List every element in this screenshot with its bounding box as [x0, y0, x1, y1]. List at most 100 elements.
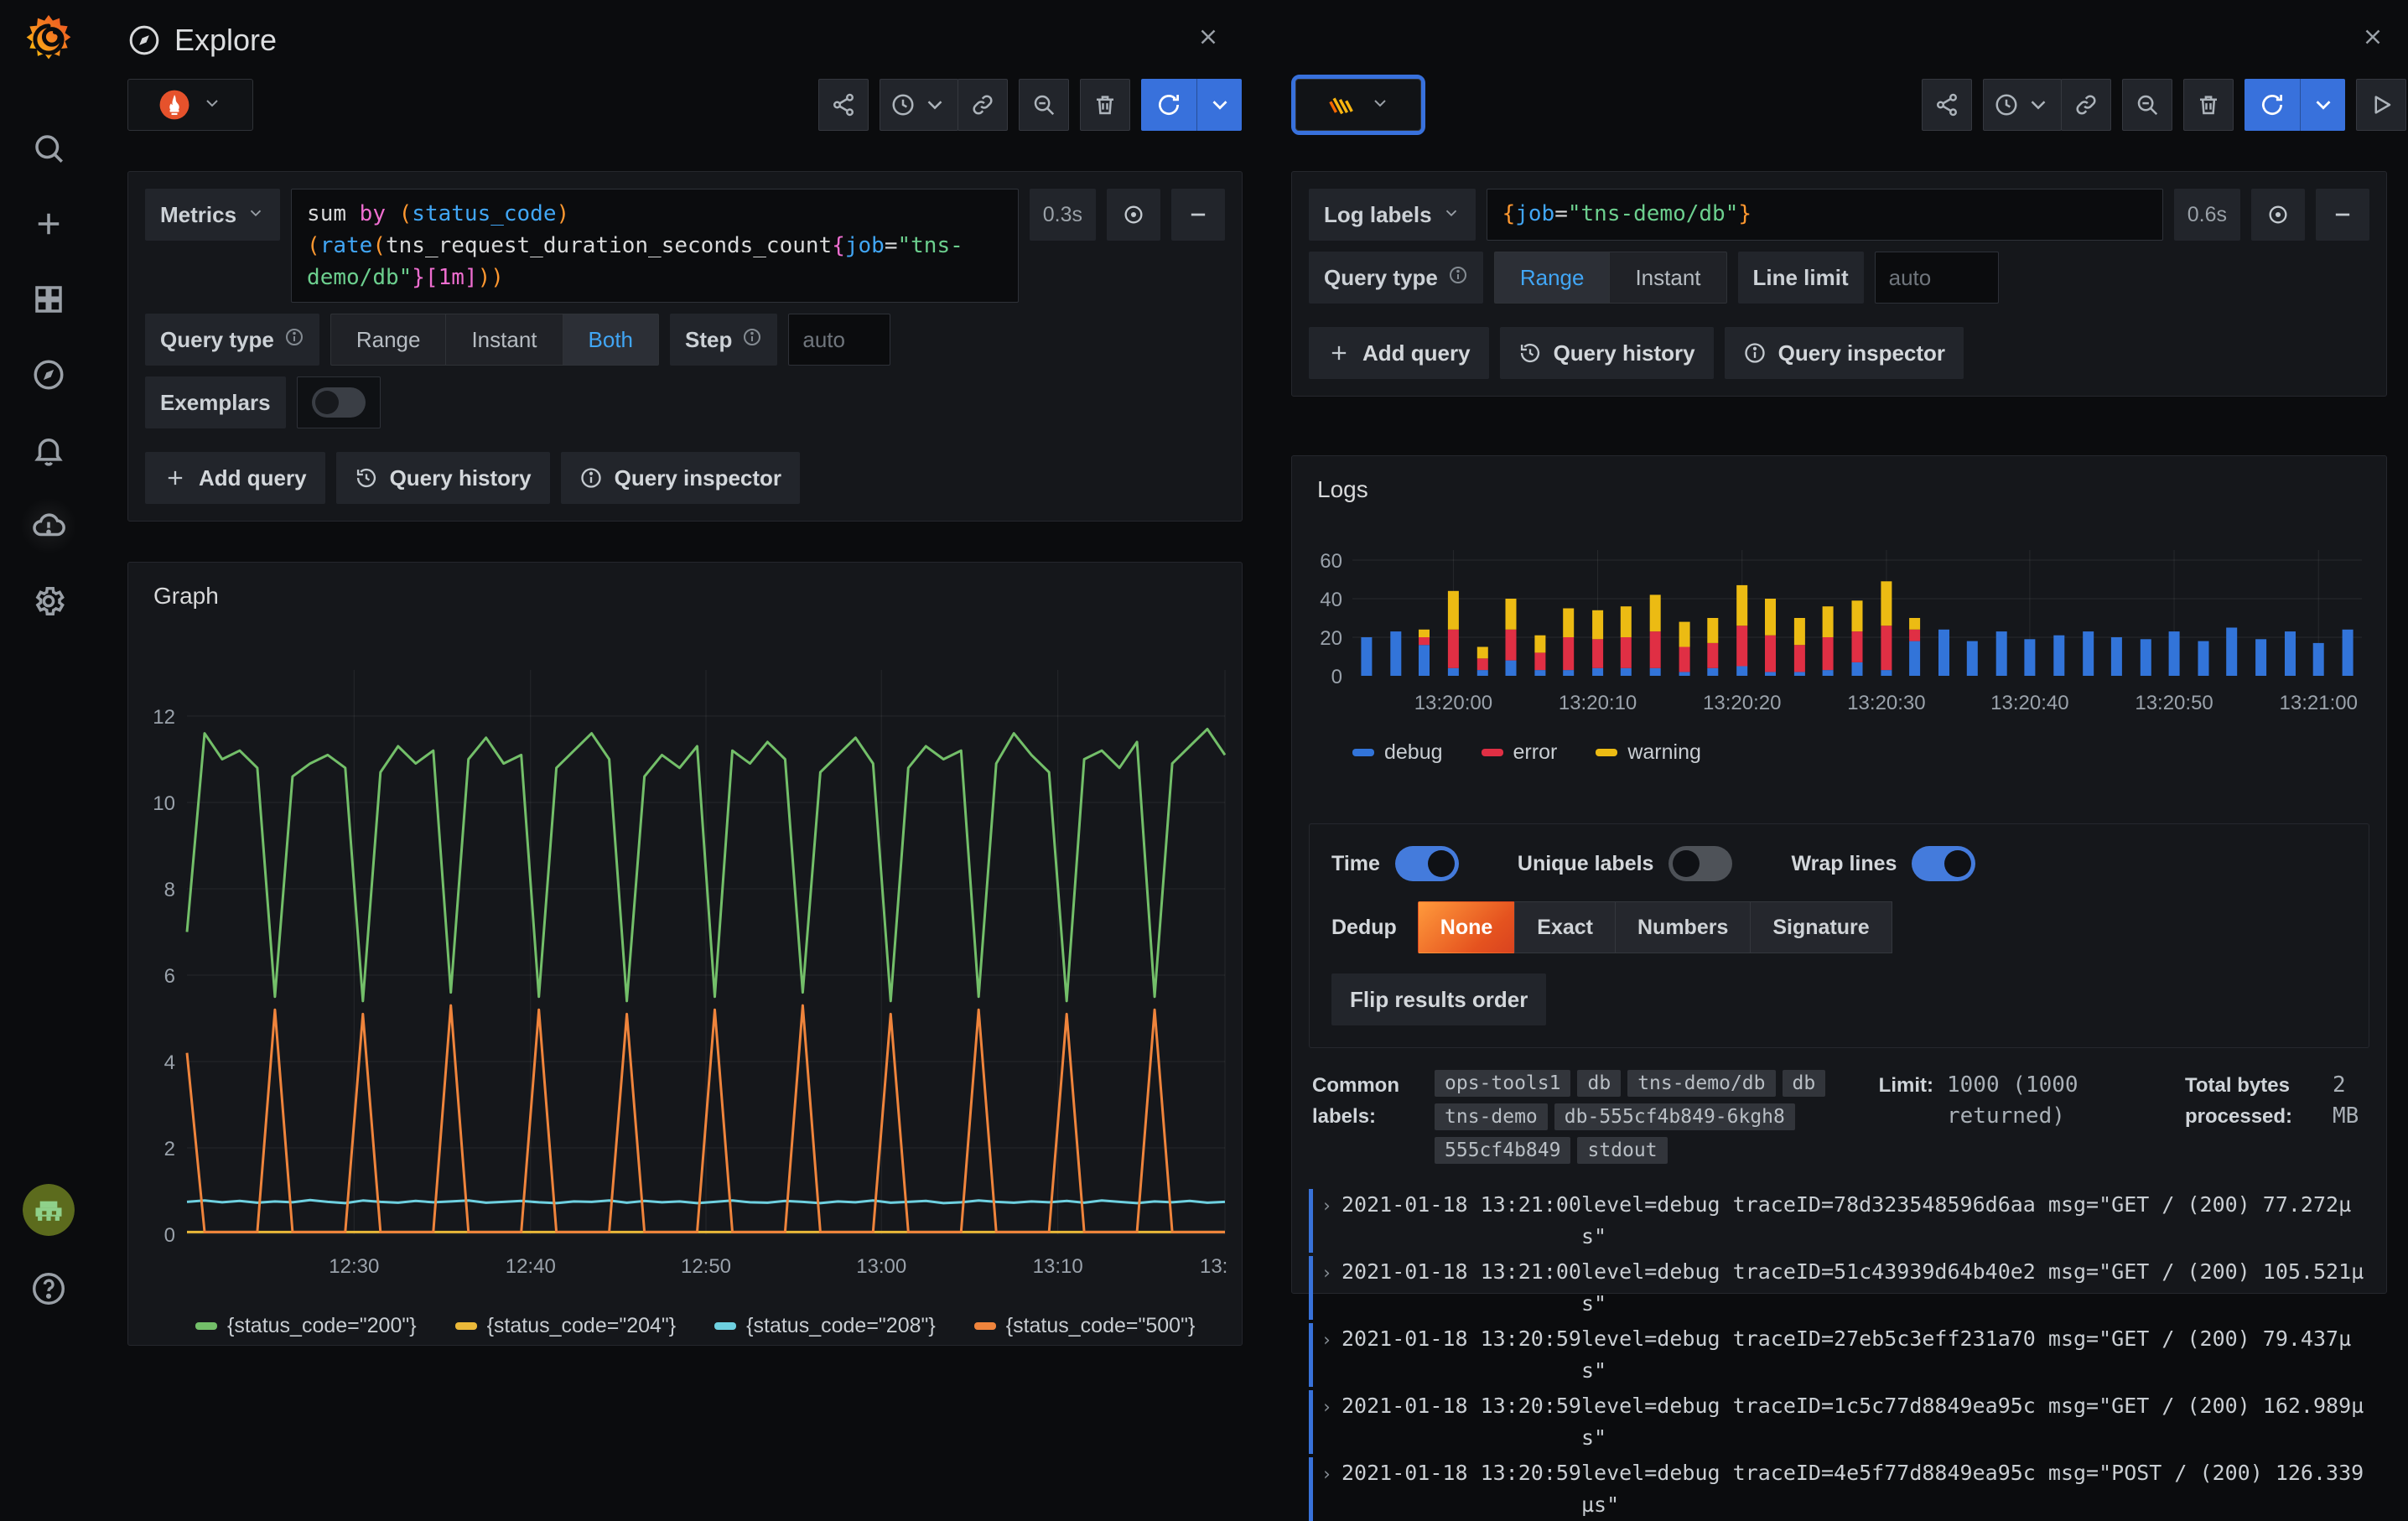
zoom-out-button[interactable]: [2122, 79, 2172, 131]
datasource-picker-prometheus[interactable]: [127, 79, 253, 131]
query-type-instant[interactable]: Instant: [445, 314, 563, 366]
expand-chevron-icon[interactable]: ›: [1321, 1323, 1342, 1356]
time-range-button[interactable]: [880, 79, 958, 131]
share-button[interactable]: [818, 79, 869, 131]
log-row[interactable]: ›2021-01-18 13:21:00level=debug traceID=…: [1309, 1256, 2369, 1320]
run-query-button[interactable]: [2245, 79, 2300, 131]
search-minus-icon: [2135, 92, 2160, 117]
run-query-interval-dropdown[interactable]: [1196, 79, 1242, 131]
log-labels-dropdown[interactable]: Log labels: [1309, 189, 1476, 241]
log-message: level=debug traceID=78d323548596d6aa msg…: [1581, 1189, 2369, 1253]
expand-chevron-icon[interactable]: ›: [1321, 1390, 1342, 1423]
query-type-instant[interactable]: Instant: [1609, 252, 1726, 304]
datasource-picker-loki[interactable]: [1295, 79, 1421, 131]
legend-item[interactable]: error: [1482, 740, 1558, 765]
log-message: level=debug traceID=27eb5c3eff231a70 msg…: [1581, 1323, 2369, 1387]
help-icon[interactable]: [29, 1269, 68, 1308]
step-input[interactable]: auto: [788, 314, 890, 366]
clear-all-button[interactable]: [1080, 79, 1130, 131]
svg-text:20: 20: [1320, 627, 1342, 650]
flip-results-order-button[interactable]: Flip results order: [1331, 973, 1546, 1025]
legend-item[interactable]: warning: [1596, 740, 1701, 765]
logql-query-editor[interactable]: {job="tns-demo/db"}: [1487, 189, 2163, 241]
chevron-down-icon: [202, 93, 222, 117]
left-query-panel: Metrics sum by (status_code)(rate(tns_re…: [127, 171, 1243, 522]
common-label-badge: 555cf4b849: [1435, 1137, 1570, 1164]
user-avatar[interactable]: [23, 1184, 75, 1236]
log-row[interactable]: ›2021-01-18 13:21:00level=debug traceID=…: [1309, 1189, 2369, 1253]
common-label-badge: db: [1577, 1070, 1621, 1097]
step-label: Step: [670, 314, 777, 366]
svg-text:13:20:20: 13:20:20: [1703, 692, 1781, 714]
log-row[interactable]: ›2021-01-18 13:20:59level=debug traceID=…: [1309, 1323, 2369, 1387]
sync-times-button[interactable]: [957, 79, 1008, 131]
query-type-range[interactable]: Range: [330, 314, 447, 366]
dedup-option-numbers[interactable]: Numbers: [1615, 901, 1751, 953]
query-inspector-button[interactable]: Query inspector: [1725, 327, 1964, 379]
explore-compass-icon[interactable]: [30, 356, 67, 393]
share-icon: [831, 92, 856, 117]
disable-query-button[interactable]: [2251, 189, 2305, 241]
dashboards-icon[interactable]: [30, 281, 67, 318]
zoom-out-button[interactable]: [1019, 79, 1069, 131]
clear-all-button[interactable]: [2183, 79, 2234, 131]
log-message: level=debug traceID=51c43939d64b40e2 msg…: [1581, 1256, 2369, 1320]
svg-text:12:40: 12:40: [506, 1255, 556, 1278]
share-button[interactable]: [1922, 79, 1972, 131]
line-limit-label: Line limit: [1738, 252, 1864, 304]
play-icon: [2369, 92, 2394, 117]
legend-item[interactable]: debug: [1352, 740, 1443, 765]
logs-histogram[interactable]: 020406013:20:0013:20:1013:20:2013:20:301…: [1309, 527, 2369, 724]
query-type-both[interactable]: Both: [563, 314, 660, 366]
expand-chevron-icon[interactable]: ›: [1321, 1256, 1342, 1289]
settings-gear-icon[interactable]: [30, 583, 67, 620]
exemplars-toggle[interactable]: [297, 376, 381, 428]
remove-query-button[interactable]: [2316, 189, 2369, 241]
dedup-option-signature[interactable]: Signature: [1750, 901, 1892, 953]
log-message: level=debug traceID=1c5c77d8849ea95c msg…: [1581, 1390, 2369, 1454]
query-history-button[interactable]: Query history: [336, 452, 550, 504]
line-limit-input[interactable]: auto: [1875, 252, 1999, 304]
alerting-bell-icon[interactable]: [30, 432, 67, 469]
query-type-range[interactable]: Range: [1494, 252, 1611, 304]
run-query-interval-dropdown[interactable]: [2300, 79, 2345, 131]
close-left-pane-button[interactable]: [1191, 20, 1225, 54]
create-plus-icon[interactable]: [30, 205, 67, 242]
unique-labels-toggle[interactable]: [1668, 846, 1732, 881]
search-icon[interactable]: [30, 130, 67, 167]
log-row[interactable]: ›2021-01-18 13:20:59level=debug traceID=…: [1309, 1457, 2369, 1521]
query-type-label: Query type: [145, 314, 319, 366]
remove-query-button[interactable]: [1171, 189, 1225, 241]
query-history-button[interactable]: Query history: [1500, 327, 1714, 379]
wrap-lines-toggle[interactable]: [1912, 846, 1975, 881]
grafana-logo-icon[interactable]: [23, 13, 75, 65]
promql-query-editor[interactable]: sum by (status_code)(rate(tns_request_du…: [291, 189, 1019, 303]
sync-times-button[interactable]: [2061, 79, 2111, 131]
right-pane-header: [1291, 0, 2408, 72]
time-range-button[interactable]: [1983, 79, 2062, 131]
dedup-option-exact[interactable]: Exact: [1514, 901, 1616, 953]
metrics-graph[interactable]: 02468101212:3012:4012:5013:0013:1013:20: [145, 648, 1227, 1302]
run-query-button[interactable]: [1141, 79, 1196, 131]
live-tail-button[interactable]: [2356, 79, 2406, 131]
refresh-icon: [2260, 92, 2285, 117]
legend-item[interactable]: {status_code="200"}: [195, 1314, 417, 1338]
time-toggle[interactable]: [1395, 846, 1459, 881]
dedup-option-none[interactable]: None: [1418, 901, 1516, 953]
page-title: Explore: [174, 23, 277, 58]
legend-item[interactable]: {status_code="208"}: [714, 1314, 936, 1338]
metrics-dropdown[interactable]: Metrics: [145, 189, 280, 241]
add-query-button[interactable]: Add query: [1309, 327, 1489, 379]
close-right-pane-button[interactable]: [2356, 20, 2390, 54]
expand-chevron-icon[interactable]: ›: [1321, 1189, 1342, 1222]
add-query-button[interactable]: Add query: [145, 452, 325, 504]
svg-text:0: 0: [1331, 666, 1342, 688]
legend-item[interactable]: {status_code="204"}: [455, 1314, 677, 1338]
cloud-alert-icon[interactable]: [30, 507, 67, 544]
log-row[interactable]: ›2021-01-18 13:20:59level=debug traceID=…: [1309, 1390, 2369, 1454]
history-icon: [355, 466, 378, 490]
query-inspector-button[interactable]: Query inspector: [561, 452, 800, 504]
expand-chevron-icon[interactable]: ›: [1321, 1457, 1342, 1490]
disable-query-button[interactable]: [1107, 189, 1160, 241]
legend-item[interactable]: {status_code="500"}: [974, 1314, 1196, 1338]
